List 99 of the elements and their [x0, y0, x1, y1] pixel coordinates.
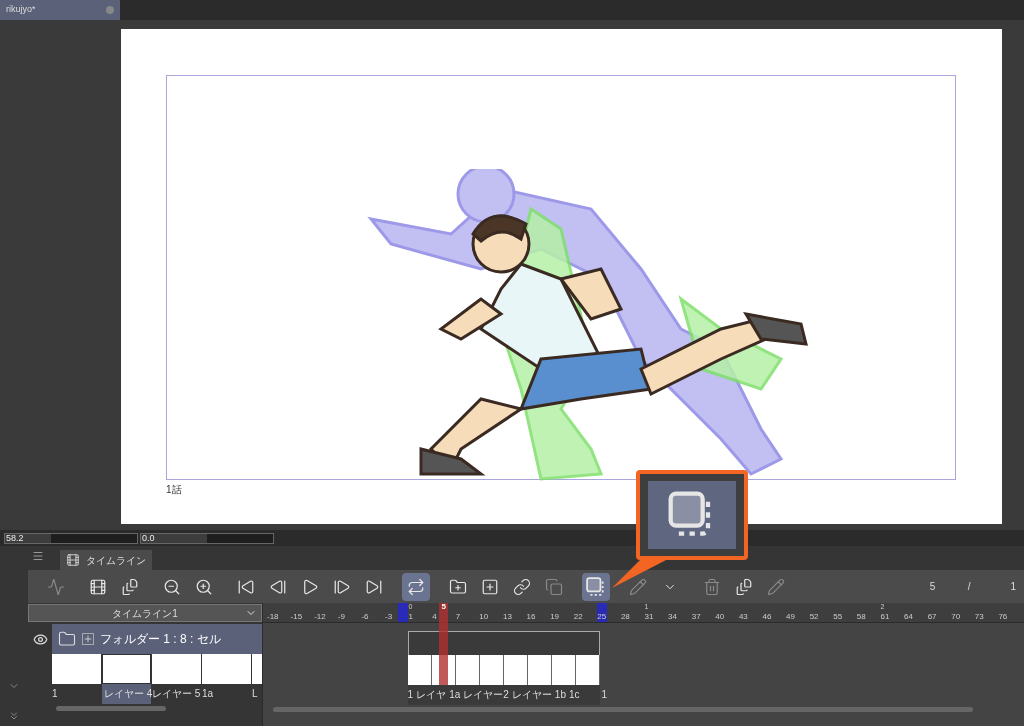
- frame-number: 76: [998, 613, 1008, 621]
- cel-thumbnail[interactable]: [575, 655, 600, 685]
- frame-number: 64: [904, 613, 913, 621]
- cel-thumbnail[interactable]: [407, 655, 432, 685]
- zoom-in-icon: [195, 577, 213, 596]
- cel-thumbnail[interactable]: [152, 654, 201, 684]
- frame-number: 61: [880, 613, 890, 621]
- film-icon: [66, 553, 80, 567]
- frame-number: 22: [573, 613, 583, 621]
- cel-thumbnail[interactable]: [455, 655, 480, 685]
- toolbar-button[interactable]: [402, 572, 430, 601]
- frame-number: 67: [927, 613, 937, 621]
- double-chevron-icon[interactable]: [8, 710, 20, 722]
- frame-number: 73: [974, 613, 984, 621]
- frame-number: 7: [455, 613, 461, 621]
- frame-number: 58: [856, 613, 866, 621]
- frame-number: -12: [314, 613, 326, 621]
- eye-icon: [32, 631, 48, 647]
- frame-number: 70: [951, 613, 961, 621]
- frame-number: 43: [738, 613, 748, 621]
- frame-number: -18: [267, 613, 279, 621]
- cel-label[interactable]: 1b: [554, 685, 566, 705]
- cel-label[interactable]: 1a: [449, 685, 461, 705]
- cel-thumbnail[interactable]: [52, 654, 101, 684]
- toolbar-button[interactable]: [582, 572, 610, 601]
- trash-icon: [703, 577, 721, 596]
- frame-number: 46: [762, 613, 772, 621]
- cel-label[interactable]: 1a: [202, 684, 251, 704]
- zoom-out-icon: [163, 577, 181, 596]
- frame-number: 13: [502, 613, 512, 621]
- frame-number: -15: [290, 613, 303, 621]
- pencil-icon: [629, 577, 647, 596]
- cel-thumbnail[interactable]: [102, 654, 151, 684]
- step-forward-icon: [333, 577, 351, 596]
- skip-start-icon: [237, 577, 255, 596]
- cel-thumbnail[interactable]: [479, 655, 504, 685]
- cel-label[interactable]: 1: [52, 684, 101, 704]
- frame-number: -9: [337, 613, 345, 621]
- range-end-marker[interactable]: [597, 603, 608, 622]
- cel-label[interactable]: レイヤー 4: [102, 684, 151, 704]
- stack-icon: [735, 577, 753, 596]
- cel-thumbnail[interactable]: [503, 655, 528, 685]
- frame-number: 4: [432, 613, 437, 621]
- document-tab[interactable]: rikujyo*: [0, 0, 120, 20]
- folder-icon: [58, 630, 76, 648]
- onion-skin-icon: [586, 576, 606, 597]
- frame-number: 28: [620, 613, 630, 621]
- episode-label: 1話: [166, 483, 182, 497]
- frame-separator: /: [967, 580, 971, 594]
- square-plus-icon: [481, 577, 499, 596]
- graph-icon: [47, 577, 65, 596]
- total-frames: 1: [1010, 579, 1016, 594]
- step-back-icon: [269, 577, 287, 596]
- scrollbar[interactable]: [273, 707, 973, 712]
- menu-icon[interactable]: [32, 550, 44, 562]
- film-icon: [89, 577, 107, 596]
- copy-icon: [545, 577, 563, 596]
- current-frame: 5: [929, 579, 950, 594]
- frame-number: -3: [384, 613, 393, 621]
- frame-number: 34: [668, 613, 677, 621]
- value-slider-field[interactable]: 58.2: [4, 532, 138, 544]
- cel-thumbnail[interactable]: [527, 655, 552, 685]
- cel-thumbnail[interactable]: [202, 654, 251, 684]
- cel-label[interactable]: レイヤー: [511, 685, 552, 705]
- link-icon: [513, 577, 531, 596]
- folder-plus-icon: [449, 577, 467, 596]
- frame-number: 16: [526, 613, 536, 621]
- cel-thumbnail[interactable]: [551, 655, 576, 685]
- frame-number: 40: [715, 613, 725, 621]
- scrollbar[interactable]: [56, 706, 166, 711]
- film-stack-icon: [121, 577, 139, 596]
- loop-icon: [407, 577, 425, 596]
- timeline-dropdown[interactable]: タイムライン1: [28, 604, 262, 622]
- frame-number: -6: [361, 613, 369, 621]
- frame-number: 19: [550, 613, 560, 621]
- cel-thumbnail[interactable]: [252, 654, 262, 684]
- frame-number: 1: [408, 613, 413, 621]
- frame-number: 55: [833, 613, 843, 621]
- frame-number: 25: [597, 613, 607, 621]
- play-icon: [301, 577, 319, 596]
- cel-label[interactable]: レイヤ: [416, 685, 447, 705]
- cel-label[interactable]: 1c: [568, 685, 580, 705]
- cel-label[interactable]: レイヤー 5: [152, 684, 201, 704]
- frame-number: 31: [644, 613, 654, 621]
- cel-label[interactable]: L: [252, 684, 262, 704]
- cel-label[interactable]: 1: [407, 685, 414, 705]
- timeline-tab[interactable]: タイムライン: [60, 550, 152, 570]
- frame-number: 37: [691, 613, 701, 621]
- frame-number: 10: [479, 613, 489, 621]
- frame-number: 49: [786, 613, 795, 621]
- range-start-marker[interactable]: [397, 603, 408, 622]
- frame-number: 52: [809, 613, 819, 621]
- value-slider-field[interactable]: 0.0: [140, 532, 274, 544]
- expand-toggle[interactable]: [82, 633, 94, 645]
- cel-label[interactable]: レイヤー2: [463, 685, 509, 705]
- pencil-icon: [767, 577, 785, 596]
- cel-label[interactable]: 1: [599, 685, 608, 705]
- layer-header[interactable]: フォルダー 1 : 8 : セル: [52, 624, 262, 654]
- skip-end-icon: [365, 577, 383, 596]
